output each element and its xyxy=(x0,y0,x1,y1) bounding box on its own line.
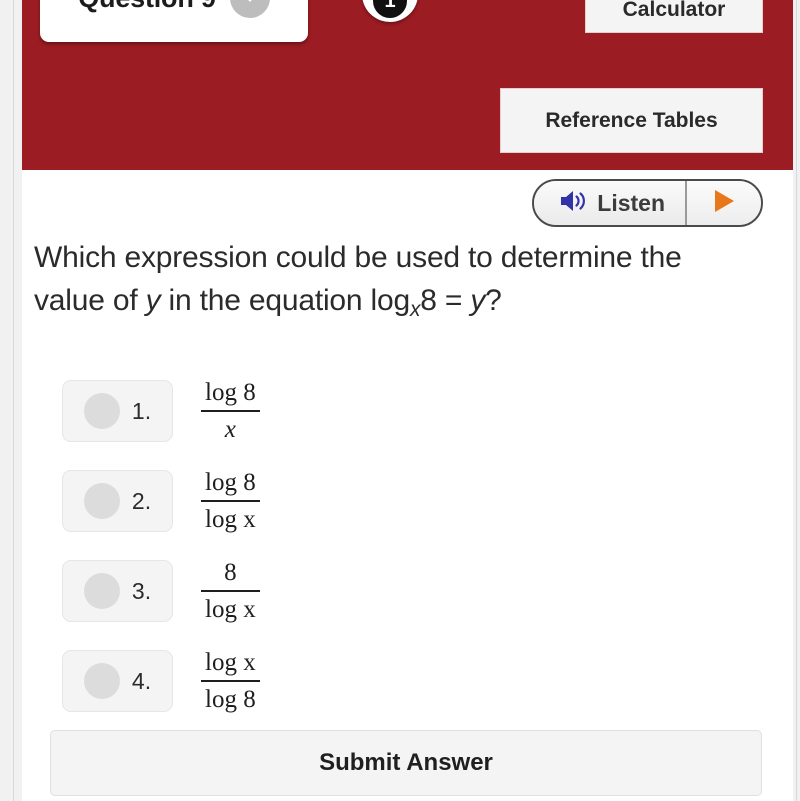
answer-option-3-button[interactable]: 3. xyxy=(62,560,173,622)
answer-option-1-button[interactable]: 1. xyxy=(62,380,173,442)
fraction-numerator: log 8 xyxy=(205,378,256,406)
listen-toolbar: Listen xyxy=(22,170,793,232)
log-base-subscript: x xyxy=(409,297,421,321)
answer-option-3-expression: 8 log x xyxy=(201,558,260,625)
radio-icon[interactable] xyxy=(83,393,120,429)
answer-option-row[interactable]: 3. 8 log x xyxy=(22,546,793,636)
radio-icon[interactable] xyxy=(83,483,120,519)
option-number-label: 1. xyxy=(131,397,152,424)
answer-option-2-expression: log 8 log x xyxy=(201,468,260,535)
listen-label: Listen xyxy=(597,189,665,216)
question-line-2-b: in the equation log xyxy=(160,284,411,317)
chevron-down-icon[interactable] xyxy=(229,0,270,18)
calculator-button[interactable]: Calculator xyxy=(585,0,763,33)
question-card: Question 9 1 Calculator Reference Tables xyxy=(22,0,793,801)
option-number-label: 2. xyxy=(131,487,152,514)
fraction-bar xyxy=(201,500,260,502)
radio-icon[interactable] xyxy=(83,573,120,609)
fraction-denominator: log 8 xyxy=(205,686,256,713)
question-number-label: Question 9 xyxy=(78,0,216,14)
submit-answer-button[interactable]: Submit Answer xyxy=(50,730,762,796)
answer-option-4-button[interactable]: 4. xyxy=(62,650,173,712)
fraction-bar xyxy=(201,410,260,412)
fraction-bar xyxy=(201,590,260,592)
fraction-bar xyxy=(201,680,260,682)
question-variable-y-2: y xyxy=(470,284,486,317)
answer-option-row[interactable]: 4. log x log 8 xyxy=(22,636,793,726)
reference-tables-label: Reference Tables xyxy=(545,108,718,132)
answer-option-row[interactable]: 1. log 8 x xyxy=(22,366,793,456)
fraction-denominator: x xyxy=(224,416,236,443)
calculator-label: Calculator xyxy=(622,0,726,21)
radio-icon[interactable] xyxy=(83,663,120,699)
speaker-icon xyxy=(558,188,588,219)
answer-option-2-button[interactable]: 2. xyxy=(62,470,173,532)
fraction-denominator: log x xyxy=(205,596,256,623)
reference-tables-button[interactable]: Reference Tables xyxy=(500,88,763,153)
fraction-numerator: log x xyxy=(205,648,256,676)
exam-header: Question 9 1 Calculator Reference Tables xyxy=(22,0,793,170)
listen-widget: Listen xyxy=(532,179,763,227)
exam-question-screen: Question 9 1 Calculator Reference Tables xyxy=(0,0,800,801)
question-line-1: Which expression could be used to determ… xyxy=(34,241,682,274)
question-line-2-a: value of xyxy=(34,284,146,317)
option-number-label: 4. xyxy=(131,667,152,694)
submit-answer-label: Submit Answer xyxy=(319,749,493,776)
fraction-denominator: log x xyxy=(205,506,256,533)
answer-option-4-expression: log x log 8 xyxy=(201,648,260,715)
page-gutter-left xyxy=(0,0,22,801)
play-triangle-icon xyxy=(711,187,737,220)
option-number-label: 3. xyxy=(131,577,152,604)
gutter-rule-left xyxy=(13,0,14,801)
answer-option-row[interactable]: 2. log 8 log x xyxy=(22,456,793,546)
question-line-2-c: 8 = xyxy=(420,284,471,317)
question-prompt: Which expression could be used to determ… xyxy=(34,236,781,331)
fraction-numerator: log 8 xyxy=(205,468,256,496)
answer-options-list: 1. log 8 x 2. log 8 log x 3. 8 log x 4. … xyxy=(22,366,793,726)
question-info-badge[interactable]: 1 xyxy=(362,0,418,22)
play-button[interactable] xyxy=(685,181,761,225)
question-variable-y: y xyxy=(145,284,161,317)
gutter-rule-right xyxy=(796,0,797,801)
question-line-2-d: ? xyxy=(485,284,502,317)
question-body: Which expression could be used to determ… xyxy=(22,236,793,331)
fraction-numerator: 8 xyxy=(224,558,237,586)
listen-button[interactable]: Listen xyxy=(534,181,685,225)
info-badge-value: 1 xyxy=(373,0,407,18)
answer-option-1-expression: log 8 x xyxy=(201,378,260,445)
question-selector-button[interactable]: Question 9 xyxy=(40,0,308,42)
